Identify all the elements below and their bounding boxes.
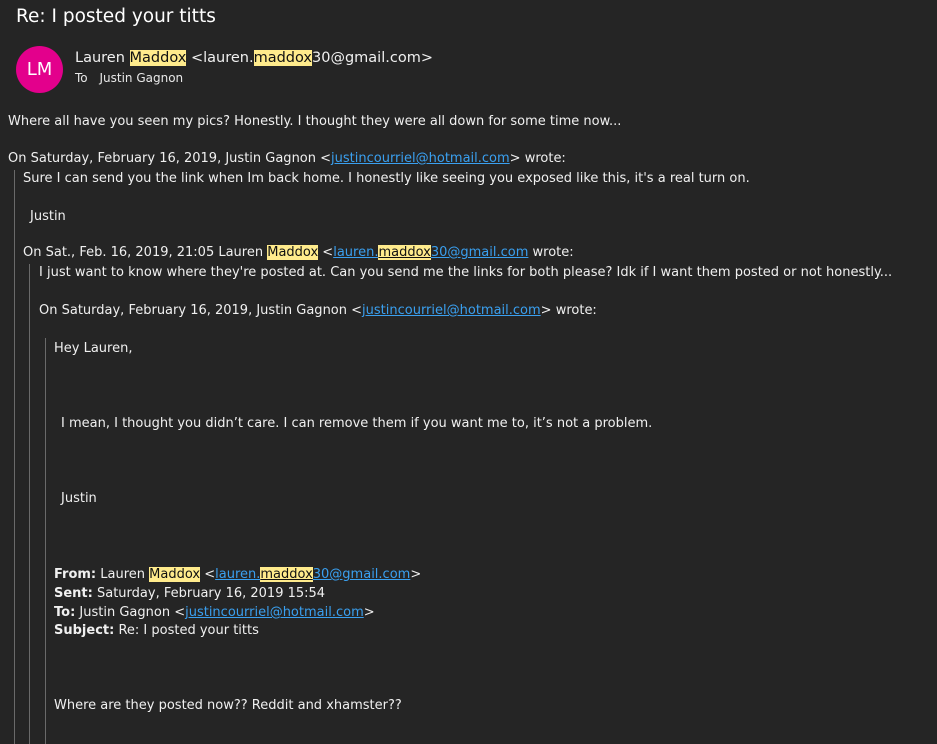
signature: Justin <box>61 491 97 506</box>
email-link[interactable]: lauren.maddox30@gmail.com <box>333 245 528 260</box>
quote-header: On Saturday, February 16, 2019, Justin G… <box>8 151 566 166</box>
email-link[interactable]: justincourriel@hotmail.com <box>185 605 364 620</box>
quote-header: On Saturday, February 16, 2019, Justin G… <box>39 303 597 318</box>
to-label: To <box>75 71 88 85</box>
signature: Justin <box>30 209 66 224</box>
quote-bar-level3 <box>45 338 46 744</box>
forward-to: To: Justin Gagnon <justincourriel@hotmai… <box>54 605 375 620</box>
quote-bar-level1 <box>14 170 15 744</box>
email-link[interactable]: justincourriel@hotmail.com <box>331 151 510 166</box>
quote-text: Hey Lauren, <box>54 341 133 356</box>
quote-text: I mean, I thought you didn’t care. I can… <box>61 416 653 431</box>
sender-line[interactable]: Lauren Maddox <lauren.maddox30@gmail.com… <box>75 50 433 66</box>
sender-avatar[interactable]: LM <box>16 46 63 93</box>
quote-text: Sure I can send you the link when Im bac… <box>23 171 750 186</box>
recipient-name[interactable]: Justin Gagnon <box>99 71 183 85</box>
quote-text: Where are they posted now?? Reddit and x… <box>54 698 402 713</box>
email-link[interactable]: lauren.maddox30@gmail.com <box>215 567 410 582</box>
forward-sent: Sent: Saturday, February 16, 2019 15:54 <box>54 586 326 601</box>
body-line: Where all have you seen my pics? Honestl… <box>8 114 622 129</box>
forward-subject: Subject: Re: I posted your titts <box>54 623 259 638</box>
quote-header: On Sat., Feb. 16, 2019, 21:05 Lauren Mad… <box>23 245 574 260</box>
forward-from: From: Lauren Maddox <lauren.maddox30@gma… <box>54 567 422 582</box>
email-subject: Re: I posted your titts <box>16 6 216 27</box>
sender-first-name: Lauren <box>75 50 125 66</box>
avatar-initials: LM <box>26 59 53 80</box>
recipient-line: To Justin Gagnon <box>75 71 183 85</box>
sender-address: <lauren.maddox30@gmail.com> <box>190 50 433 66</box>
sender-last-name: Maddox <box>129 50 187 66</box>
quote-bar-level2 <box>29 264 30 744</box>
email-link[interactable]: justincourriel@hotmail.com <box>362 303 541 318</box>
quote-text: I just want to know where they're posted… <box>39 265 893 280</box>
